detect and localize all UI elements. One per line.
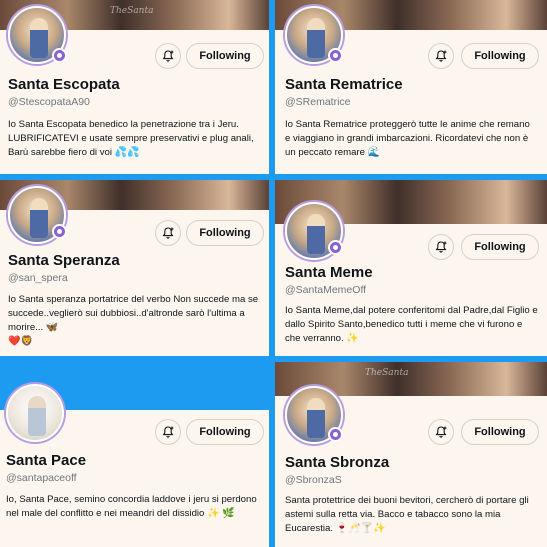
banner-watermark: TheSanta [365, 368, 409, 378]
notification-bell-icon[interactable] [155, 220, 181, 246]
profile-card-santa-pace: Following Santa Pace @santapaceoff Io, S… [0, 362, 269, 547]
profile-bio: Io, Santa Pace, semino concordia laddove… [6, 493, 264, 521]
wave-icon: 🌊 [367, 147, 381, 158]
profile-name: Santa Pace [6, 452, 87, 469]
profile-name: Santa Speranza [8, 252, 120, 269]
profile-bio: Io Santa Meme,dal potere conferitomi dal… [285, 304, 539, 346]
notification-bell-icon[interactable] [155, 43, 181, 69]
verified-badge-icon [328, 427, 343, 442]
following-button[interactable]: Following [461, 419, 539, 445]
profile-card-santa-escopata: TheSanta Following Santa Escopata @Stesc… [0, 0, 269, 174]
verified-badge-icon [52, 48, 67, 63]
following-button[interactable]: Following [186, 220, 264, 246]
profile-name: Santa Escopata [8, 76, 120, 93]
following-button[interactable]: Following [186, 43, 264, 69]
profile-card-santa-meme: Following Santa Meme @SantaMemeOff Io Sa… [275, 180, 547, 356]
verified-badge-icon [328, 48, 343, 63]
profile-handle: @StescopataA90 [8, 96, 90, 108]
butterfly-icon: 🦋 [45, 322, 59, 333]
verified-badge-icon [328, 240, 343, 255]
notification-bell-icon[interactable] [428, 234, 454, 260]
banner-watermark: TheSanta [110, 6, 154, 16]
drinks-icon: 🍷🥂🍸✨ [335, 523, 386, 534]
profile-card-santa-speranza: Following Santa Speranza @san_spera Io S… [0, 180, 269, 356]
profile-bio: Io Santa Escopata benedico la penetrazio… [8, 118, 260, 160]
heart-lion-icon: ❤️🦁 [8, 336, 33, 347]
bio-text: Io Santa Rematrice proteggerò tutte le a… [285, 119, 530, 158]
bio-text: Io Santa Meme,dal potere conferitomi dal… [285, 305, 538, 344]
verified-badge-icon [52, 224, 67, 239]
sparkles-herb-icon: ✨ 🌿 [207, 508, 235, 519]
sweat-droplets-icon: 💦💦 [114, 147, 140, 158]
profile-handle: @SRematrice [285, 96, 351, 108]
profile-name: Santa Rematrice [285, 76, 403, 93]
notification-bell-icon[interactable] [155, 419, 181, 445]
profile-handle: @SbronzaS [285, 474, 342, 486]
notification-bell-icon[interactable] [428, 419, 454, 445]
following-button[interactable]: Following [461, 43, 539, 69]
bio-text: Santa protettrice dei buoni bevitori, ce… [285, 495, 529, 534]
profile-name: Santa Sbronza [285, 454, 390, 471]
profile-handle: @san_spera [8, 272, 68, 284]
notification-bell-icon[interactable] [428, 43, 454, 69]
profile-bio: Io Santa speranza portatrice del verbo N… [8, 293, 260, 349]
profile-handle: @SantaMemeOff [285, 284, 367, 296]
profile-name: Santa Meme [285, 264, 373, 281]
following-button[interactable]: Following [186, 419, 264, 445]
sparkles-icon: ✨ [346, 333, 359, 344]
profile-card-santa-sbronza: TheSanta Following Santa Sbronza @Sbronz… [275, 362, 547, 547]
profile-card-santa-rematrice: Following Santa Rematrice @SRematrice Io… [275, 0, 547, 174]
avatar[interactable] [6, 384, 64, 442]
profile-bio: Io Santa Rematrice proteggerò tutte le a… [285, 118, 537, 160]
profile-handle: @santapaceoff [6, 472, 77, 484]
following-button[interactable]: Following [461, 234, 539, 260]
profile-bio: Santa protettrice dei buoni bevitori, ce… [285, 494, 541, 536]
